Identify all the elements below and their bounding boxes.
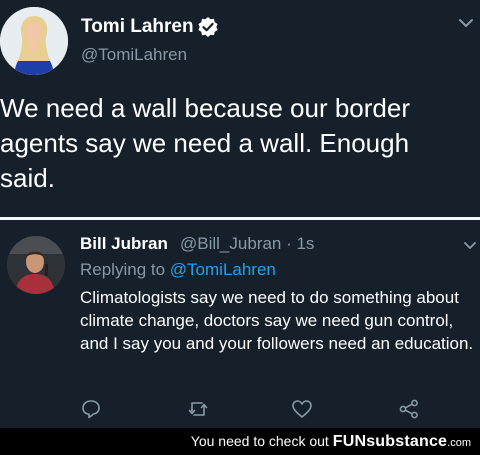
avatar[interactable] [7, 236, 65, 294]
reply-author-name[interactable]: Bill Jubran [80, 234, 168, 254]
footer-brand: FUNsubstance [332, 433, 448, 450]
footer-banner: You need to check out FUNsubstance.com [0, 428, 480, 455]
avatar[interactable] [0, 7, 68, 75]
footer-text[interactable]: You need to check out FUNsubstance.com [191, 433, 471, 451]
reply-tweet: Bill Jubran @Bill_Jubran · 1s Replying t… [0, 220, 480, 426]
footer-prefix: You need to check out [190, 433, 329, 449]
author-name[interactable]: Tomi Lahren [81, 16, 194, 38]
reply-icon[interactable] [80, 398, 102, 420]
chevron-down-icon[interactable] [458, 16, 474, 28]
chevron-down-icon[interactable] [463, 238, 477, 249]
reply-text: Climatologists say we need to do somethi… [80, 288, 474, 353]
replying-to-handle-link[interactable]: @TomiLahren [170, 260, 276, 279]
footer-dotcom: .com [447, 437, 471, 449]
like-icon[interactable] [291, 398, 313, 420]
author-handle[interactable]: @TomiLahren [81, 45, 187, 65]
share-icon[interactable] [398, 398, 420, 420]
replying-to-label: Replying to [80, 260, 166, 279]
action-bar [0, 398, 480, 424]
replying-to: Replying to @TomiLahren [80, 260, 276, 280]
verified-icon [197, 16, 219, 38]
main-tweet: Tomi Lahren @TomiLahren We need a wall b… [0, 0, 480, 218]
tweet-text: We need a wall because our border agents… [0, 93, 410, 193]
reply-author-handle[interactable]: @Bill_Jubran · 1s [180, 234, 314, 254]
retweet-icon[interactable] [187, 398, 209, 420]
